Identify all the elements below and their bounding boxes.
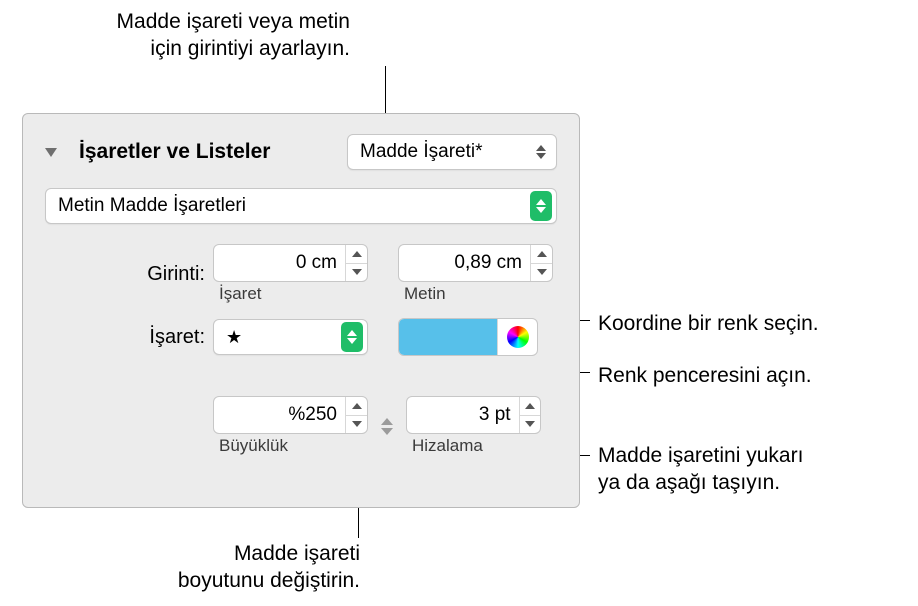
bullet-type-popup[interactable]: Metin Madde İşaretleri [45, 188, 557, 224]
bullet-indent-stepper[interactable] [345, 245, 367, 281]
vertical-drag-icon[interactable] [376, 411, 398, 441]
callout-color-window: Renk penceresini açın. [598, 362, 812, 389]
size-field[interactable] [213, 396, 368, 434]
bullet-type-value: Metin Madde İşaretleri [58, 195, 246, 217]
size-align-row: Büyüklük Hizalama [45, 396, 557, 456]
star-icon: ★ [226, 327, 242, 348]
stepper-up-icon[interactable] [531, 245, 552, 263]
disclosure-triangle-icon[interactable] [45, 148, 57, 157]
marker-glyph-popup[interactable]: ★ [213, 319, 368, 355]
callout-indent: Madde işareti veya metin için girintiyi … [60, 8, 350, 63]
stepper-up-icon[interactable] [346, 245, 367, 263]
text-indent-input[interactable] [399, 245, 530, 281]
stepper-down-icon[interactable] [346, 415, 367, 434]
bullets-lists-panel: İşaretler ve Listeler Madde İşareti* Met… [22, 113, 580, 508]
list-style-value: Madde İşareti* [360, 141, 483, 163]
text-indent-field[interactable] [398, 244, 553, 282]
size-sublabel: Büyüklük [213, 436, 368, 456]
stepper-down-icon[interactable] [531, 263, 552, 282]
color-swatch[interactable] [399, 319, 497, 355]
stepper-down-icon[interactable] [346, 263, 367, 282]
color-wheel-button[interactable] [497, 319, 537, 355]
indent-row: Girinti: İşaret [45, 244, 557, 304]
text-indent-sublabel: Metin [398, 284, 553, 304]
align-input[interactable] [407, 397, 519, 433]
size-stepper[interactable] [345, 397, 367, 433]
size-input[interactable] [214, 397, 345, 433]
callout-align: Madde işaretini yukarı ya da aşağı taşıy… [598, 442, 803, 497]
stepper-up-icon[interactable] [520, 397, 540, 415]
list-style-popup[interactable]: Madde İşareti* [347, 134, 557, 170]
callout-color-coordinate: Koordine bir renk seçin. [598, 310, 819, 337]
bullet-indent-field[interactable] [213, 244, 368, 282]
chevron-up-down-icon [530, 145, 552, 159]
marker-row: İşaret: ★ [45, 318, 557, 356]
color-wheel-icon [507, 326, 529, 348]
marker-label: İşaret: [45, 326, 213, 349]
color-well [398, 318, 538, 356]
align-sublabel: Hizalama [406, 436, 541, 456]
chevron-up-down-icon [530, 191, 552, 221]
align-field[interactable] [406, 396, 541, 434]
panel-header-row: İşaretler ve Listeler Madde İşareti* [45, 134, 557, 170]
section-title: İşaretler ve Listeler [79, 140, 270, 164]
indent-label: Girinti: [45, 263, 213, 286]
text-indent-stepper[interactable] [530, 245, 552, 281]
align-stepper[interactable] [519, 397, 540, 433]
bullet-indent-input[interactable] [214, 245, 345, 281]
callout-size: Madde işareti boyutunu değiştirin. [140, 540, 360, 595]
stepper-down-icon[interactable] [520, 415, 540, 434]
chevron-up-down-icon [341, 322, 363, 352]
bullet-indent-sublabel: İşaret [213, 284, 368, 304]
stepper-up-icon[interactable] [346, 397, 367, 415]
